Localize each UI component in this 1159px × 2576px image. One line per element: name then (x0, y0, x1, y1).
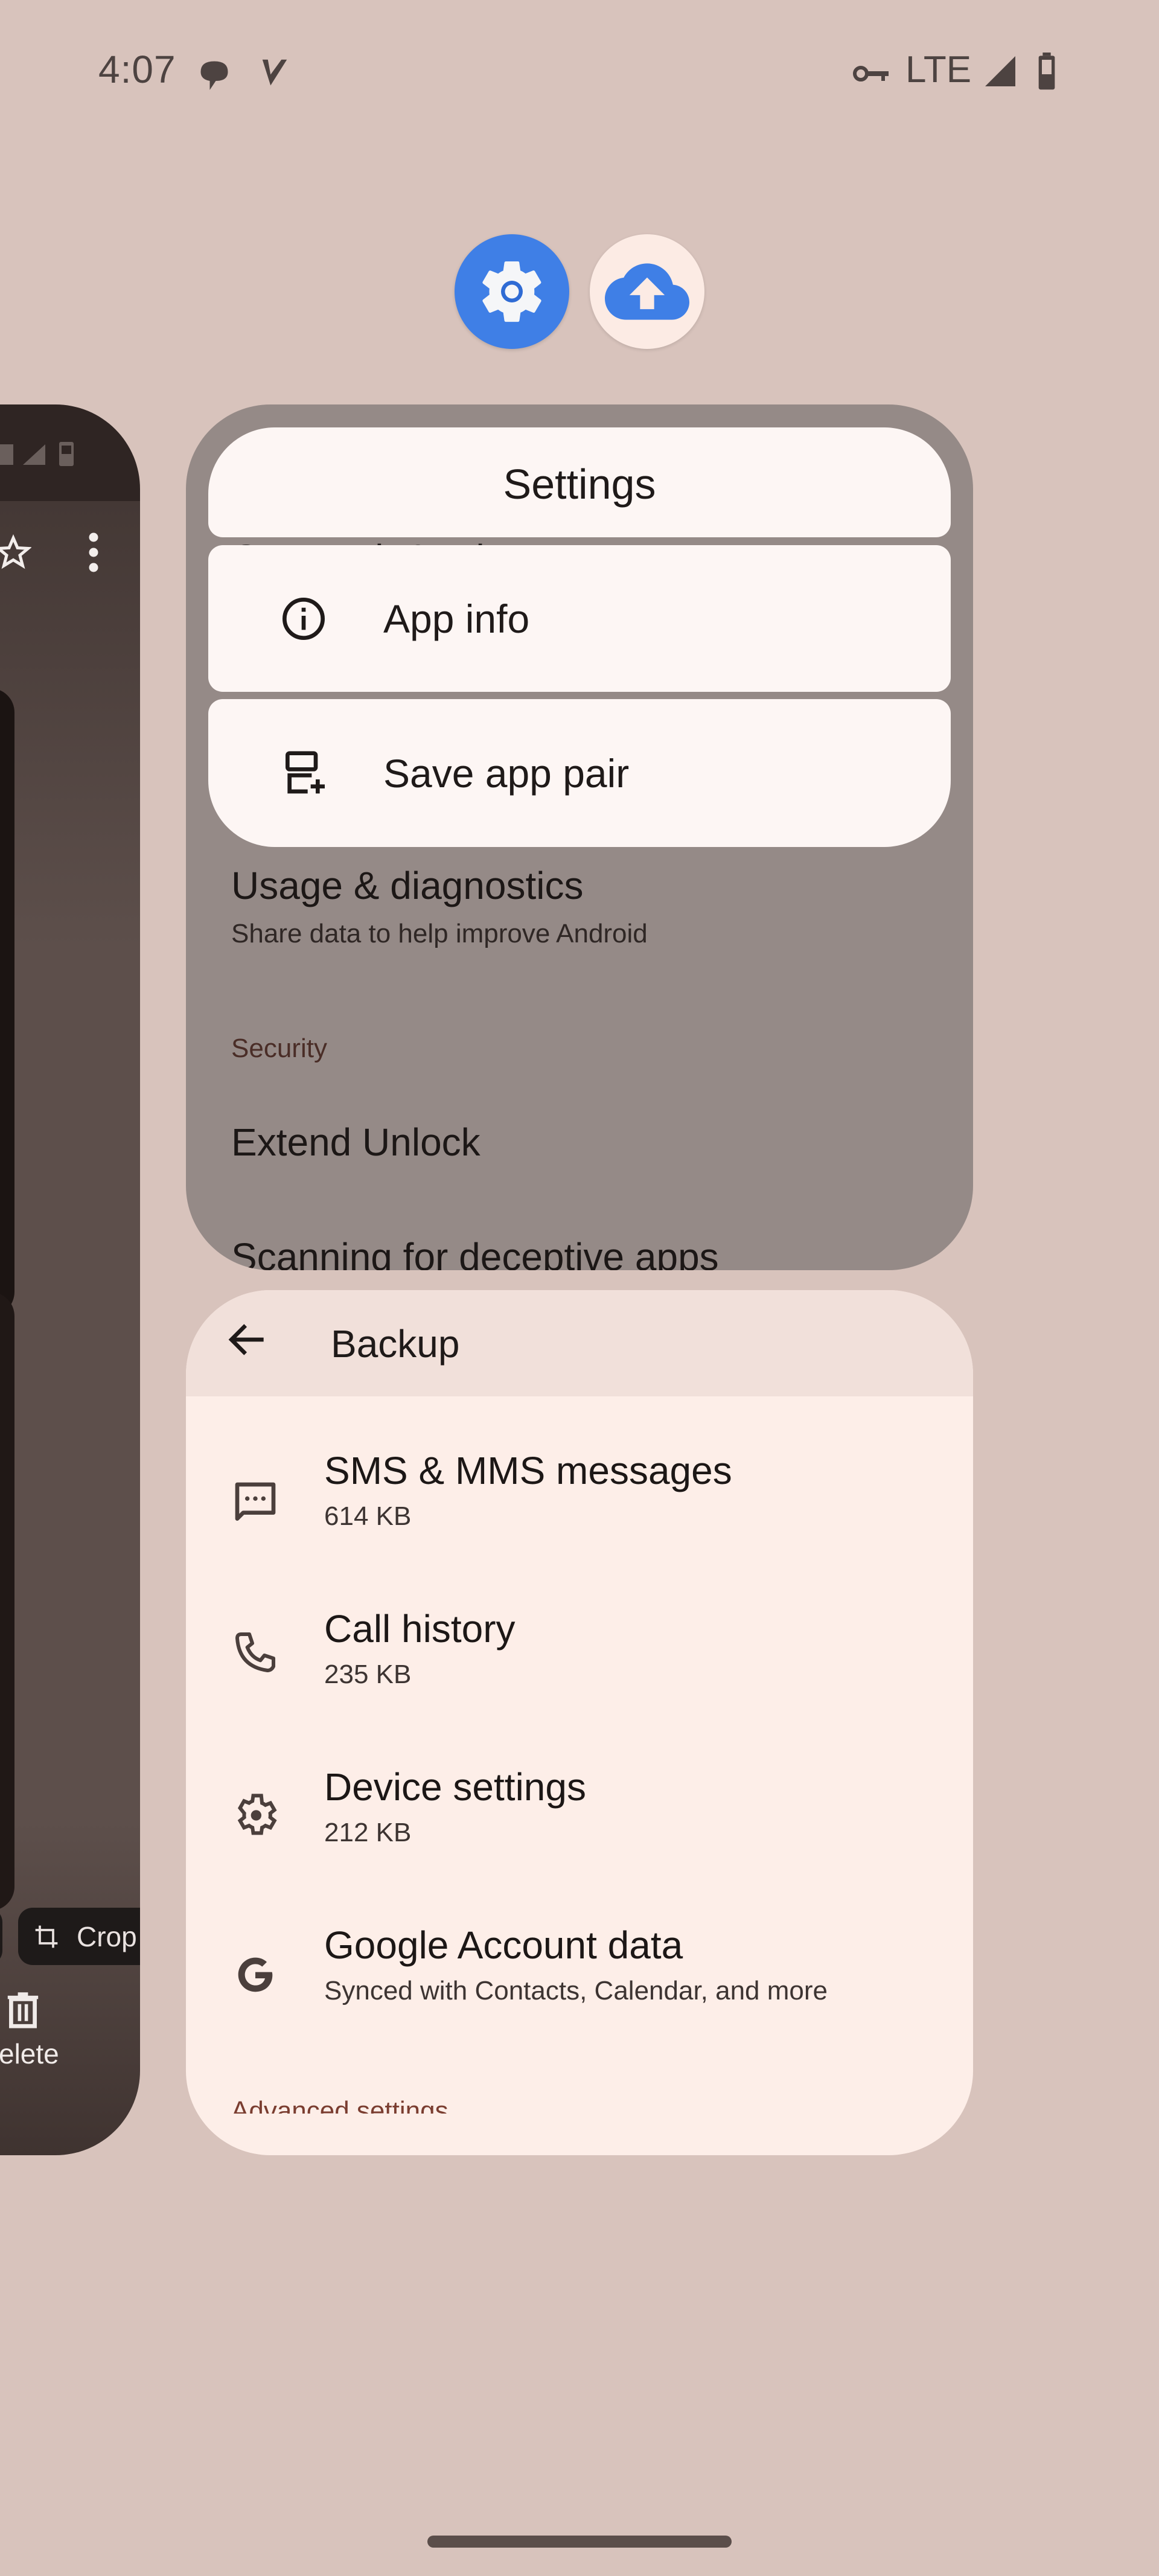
gesture-nav-handle[interactable] (427, 2536, 732, 2548)
action-chip[interactable] (0, 1908, 2, 1965)
menu-item-label: Save app pair (383, 750, 630, 796)
crop-button[interactable]: Crop (18, 1908, 140, 1965)
battery-icon (1038, 53, 1055, 90)
gear-icon (237, 1794, 277, 1835)
backup-item-google-account[interactable]: Google Account data Synced with Contacts… (186, 1896, 973, 2054)
backup-item-subtitle: Synced with Contacts, Calendar, and more (324, 1976, 828, 2006)
backup-app-card[interactable]: Backup SMS & MMS messages 614 KB Call hi… (186, 1290, 973, 2155)
trash-icon[interactable] (6, 1992, 40, 2030)
settings-app-icon[interactable] (455, 234, 569, 349)
vpn-key-icon (853, 66, 889, 81)
network-type: LTE (905, 49, 972, 91)
menu-app-title: Settings (208, 427, 951, 537)
menu-item-label: App info (383, 596, 530, 641)
phone-icon (235, 1632, 275, 1672)
message-icon (200, 61, 228, 90)
usage-diagnostics-subtitle: Share data to help improve Android (231, 919, 648, 948)
backup-item-title: Google Account data (324, 1923, 683, 1967)
crop-label: Crop (77, 1920, 137, 1952)
google-icon (238, 1957, 273, 1992)
settings-app-card[interactable]: Cus Ma it & pri Settings App info Save a… (186, 404, 973, 1270)
backup-item-size: 212 KB (324, 1818, 412, 1847)
back-arrow-icon[interactable] (223, 1315, 272, 1364)
backup-app-icon[interactable] (590, 234, 704, 349)
info-icon (283, 597, 325, 640)
page-title: Backup (331, 1322, 460, 1366)
extend-unlock-item[interactable]: Extend Unlock (231, 1120, 481, 1165)
app-pair-icon (286, 750, 325, 793)
cloud-upload-icon (605, 263, 689, 320)
usage-diagnostics-title[interactable]: Usage & diagnostics (231, 863, 583, 908)
backup-item-title: Call history (324, 1607, 516, 1651)
menu-item-app-info[interactable]: App info (208, 545, 951, 692)
crop-icon (35, 1925, 58, 1948)
backup-item-size: 235 KB (324, 1660, 412, 1689)
backup-item-title: SMS & MMS messages (324, 1449, 732, 1492)
backup-item-device-settings[interactable]: Device settings 212 KB (186, 1738, 973, 1896)
backup-app-bar: Backup (186, 1290, 973, 1396)
delete-label[interactable]: elete (0, 2037, 59, 2070)
status-time: 4:07 (98, 48, 176, 91)
signal-icon (985, 56, 1015, 86)
gear-icon (482, 261, 541, 322)
star-icon[interactable] (0, 534, 31, 570)
recent-app-card-left[interactable]: Crop elete (0, 404, 140, 2155)
backup-item-title: Device settings (324, 1765, 586, 1809)
backup-item-call-history[interactable]: Call history 235 KB (186, 1580, 973, 1738)
section-header-security: Security (231, 1034, 327, 1063)
scanning-deceptive-apps-item[interactable]: Scanning for deceptive apps (231, 1235, 719, 1270)
photo-thumbnail[interactable] (0, 1292, 14, 1911)
left-card-status-icons (0, 442, 74, 466)
backup-item-sms[interactable]: SMS & MMS messages 614 KB (186, 1422, 973, 1580)
message-icon (235, 1482, 276, 1521)
section-header-advanced-settings: Advanced settings (231, 2096, 449, 2114)
more-options-icon[interactable] (88, 531, 100, 574)
backup-item-size: 614 KB (324, 1501, 412, 1531)
menu-item-save-app-pair[interactable]: Save app pair (208, 699, 951, 847)
photo-thumbnail[interactable] (0, 688, 14, 1316)
v-app-icon (262, 59, 287, 86)
